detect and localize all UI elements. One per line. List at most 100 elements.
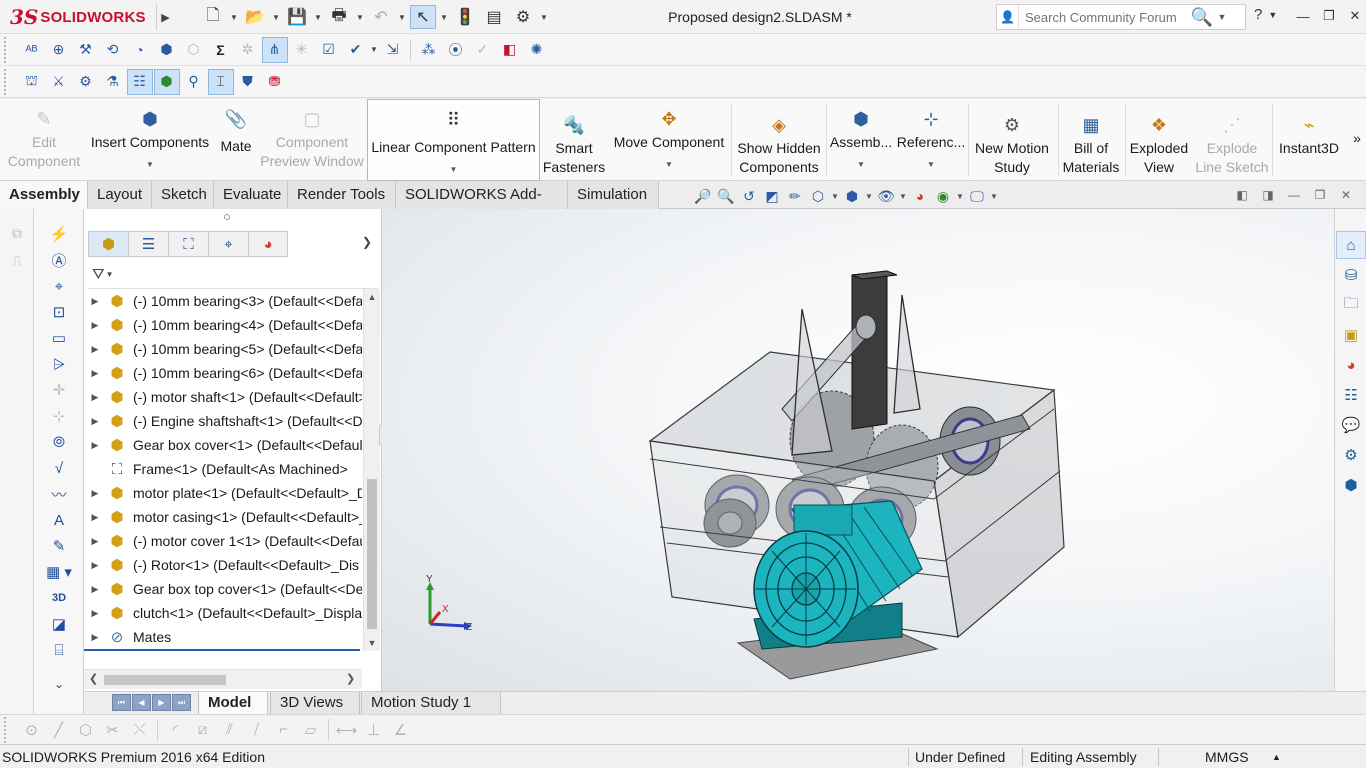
expand-arrow-icon[interactable]: ▶ — [84, 368, 106, 379]
reference-geometry-dropdown-icon[interactable]: ▼ — [927, 160, 935, 170]
new-motion-study-button[interactable]: ⚙ New Motion Study — [970, 99, 1054, 181]
edit-component-button[interactable]: ✎ Edit Component — [4, 99, 84, 181]
tree-node[interactable]: ▶ ⬢ (-) 10mm bearing<4> (Default<<Default>… — [84, 313, 362, 337]
insert-components-button[interactable]: ⬢ Insert Components ▼ — [88, 99, 212, 181]
new-dropdown-icon[interactable]: ▼ — [229, 13, 239, 22]
previous-tab-icon[interactable]: ◀ — [132, 694, 151, 711]
help-icon[interactable]: ? — [1254, 6, 1262, 23]
physical-dynamics-icon[interactable]: ✺ — [524, 37, 550, 63]
user-icon[interactable]: 👤 — [997, 5, 1019, 29]
graphics-area[interactable] — [382, 209, 1334, 691]
solidworks-resources-icon[interactable]: ⌂ — [1336, 231, 1366, 259]
tree-node[interactable]: ▶ ⬢ (-) Engine shaftshaft<1> (Default<<Def… — [84, 409, 362, 433]
mirror-icon[interactable]: ⋔ — [261, 36, 288, 63]
scroll-right-icon[interactable]: ❯ — [346, 672, 355, 685]
layer-icon[interactable]: ⧉ — [0, 219, 34, 247]
tree-node[interactable]: ⛶ Frame<1> (Default<As Machined> — [84, 457, 362, 481]
linear-dimension-icon[interactable]: ⟷ — [333, 717, 360, 743]
file-explorer-icon[interactable]: 🗀 — [1336, 291, 1366, 319]
extend-icon[interactable]: ⤬ — [126, 717, 153, 743]
toolbar-grip[interactable] — [4, 68, 18, 95]
surface-icon[interactable]: ⚗ — [100, 69, 126, 95]
more-tabs-chevron-icon[interactable]: ❯ — [362, 235, 372, 249]
expand-arrow-icon[interactable]: ▶ — [84, 296, 106, 307]
more-commands-icon[interactable]: » — [1350, 129, 1364, 149]
zoom-to-area-icon[interactable]: 🔍 — [715, 185, 737, 207]
linear-pattern-dropdown-icon[interactable]: ▼ — [450, 165, 458, 175]
offset-icon[interactable]: ⧄ — [189, 717, 216, 743]
appearance-icon[interactable]: ⬢ — [153, 68, 180, 95]
motion-study-pane-icon[interactable]: ⚙ — [1336, 441, 1366, 469]
property-manager-tab-icon[interactable]: ☰ — [128, 231, 168, 257]
file-properties-icon[interactable]: ▤ — [481, 5, 507, 29]
save-dropdown-icon[interactable]: ▼ — [313, 13, 323, 22]
toolbar-grip[interactable] — [4, 36, 18, 63]
dimxpert-manager-tab-icon[interactable]: ⌖ — [208, 231, 248, 257]
geometric-tolerance-icon[interactable]: ▭ — [34, 325, 84, 351]
assembly-features-dropdown-icon[interactable]: ▼ — [857, 160, 865, 170]
mold-icon[interactable]: ⚙ — [73, 69, 99, 95]
scroll-down-icon[interactable]: ▼ — [364, 635, 380, 651]
tab-layout[interactable]: Layout — [88, 181, 152, 209]
sigma-icon[interactable]: Σ — [208, 37, 234, 63]
tree-node[interactable]: ▶ ⊘ Mates — [84, 625, 362, 649]
save-icon[interactable]: 💾 — [284, 5, 310, 29]
open-dropdown-icon[interactable]: ▼ — [271, 13, 281, 22]
scroll-left-icon[interactable]: ❮ — [89, 672, 98, 685]
minimize-icon[interactable]: — — [1290, 4, 1316, 28]
first-tab-icon[interactable]: ⏮ — [112, 694, 131, 711]
trim-icon[interactable]: ✂ — [99, 717, 126, 743]
view-settings-icon[interactable]: 🖵 — [966, 185, 988, 207]
select-dropdown-icon[interactable]: ▼ — [439, 13, 449, 22]
hide-show-items-icon[interactable]: 👁 — [875, 185, 897, 207]
solidworks-logo[interactable]: 3S SOLIDWORKS — [10, 5, 152, 29]
smart-dimension-icon[interactable]: ⚡ — [34, 221, 84, 247]
expand-arrow-icon[interactable]: ▶ — [84, 632, 106, 643]
more-tools-icon[interactable]: ⌄ — [34, 671, 84, 697]
polygon-icon[interactable]: ⬡ — [72, 717, 99, 743]
new-document-icon[interactable]: 🗋 — [200, 5, 226, 29]
frame[interactable] — [851, 270, 888, 430]
convert-entities-icon[interactable]: ⧸ — [243, 717, 270, 743]
mirror-entities-icon[interactable]: ⫽ — [216, 717, 243, 743]
explode-lines-icon[interactable]: ✳ — [289, 37, 315, 63]
toolbox-icon[interactable]: ⛃ — [262, 69, 288, 95]
large-assembly-icon[interactable]: ⬢ — [154, 37, 180, 63]
spline-icon[interactable]: 〰 — [34, 481, 84, 507]
feature-tree-icon[interactable]: ☷ — [126, 68, 153, 95]
hole-alignment-icon[interactable]: ⦿ — [443, 37, 469, 63]
weld-icon[interactable]: ⚔ — [46, 69, 72, 95]
table-icon[interactable]: ▦ ▾ — [34, 559, 84, 585]
mate-button[interactable]: 📎 Mate — [214, 99, 258, 181]
tree-vertical-scrollbar[interactable]: ▲ ▼ — [363, 289, 380, 651]
design-library-icon[interactable]: ⛁ — [1336, 261, 1366, 289]
options-gear-icon[interactable]: ⚙ — [510, 5, 536, 29]
print-dropdown-icon[interactable]: ▼ — [355, 13, 365, 22]
tree-horizontal-scrollbar[interactable]: ❮ ❯ — [84, 669, 362, 689]
interference-icon[interactable]: ✲ — [235, 37, 261, 63]
note-icon[interactable]: A — [34, 507, 84, 533]
help-dropdown-icon[interactable]: ▼ — [1268, 10, 1277, 20]
viewport-collapse-icon[interactable]: ◧ — [1232, 185, 1252, 205]
tree-node[interactable]: ▶ ⬢ (-) 10mm bearing<6> (Default<<Default>… — [84, 361, 362, 385]
scroll-thumb[interactable] — [367, 479, 377, 629]
tree-node[interactable]: ▶ ⬢ clutch<1> (Default<<Default>_Display — [84, 601, 362, 625]
linear-component-pattern-button[interactable]: ⠿ Linear Component Pattern ▼ — [367, 99, 540, 181]
tree-node[interactable]: ▶ ⬢ (-) 10mm bearing<5> (Default<<Default>… — [84, 337, 362, 361]
tree-filter[interactable]: ⛛ ▼ — [88, 261, 378, 289]
rebuild-traffic-light-icon[interactable]: 🚦 — [452, 5, 478, 29]
circle-icon[interactable]: ⊙ — [18, 717, 45, 743]
check-mark-icon[interactable]: ✓ — [470, 37, 496, 63]
surface-finish-icon[interactable]: √ — [34, 455, 84, 481]
tree-node[interactable]: ▶ ⬢ Gear box cover<1> (Default<<Default>_D… — [84, 433, 362, 457]
datum-target-icon[interactable]: ⦾ — [34, 429, 84, 455]
block-icon[interactable]: ◪ — [34, 611, 84, 637]
scroll-up-icon[interactable]: ▲ — [364, 289, 380, 305]
viewport-close-icon[interactable]: ✕ — [1336, 185, 1356, 205]
component-preview-window-button[interactable]: ▢ Component Preview Window — [260, 99, 364, 181]
search-input[interactable] — [1019, 6, 1189, 28]
instant3d-button[interactable]: ⌁ Instant3D — [1274, 99, 1344, 181]
search-dropdown-icon[interactable]: ▼ — [1215, 12, 1229, 22]
undo-icon[interactable]: ↶ — [368, 5, 394, 29]
view-palette-icon[interactable]: ▣ — [1336, 321, 1366, 349]
